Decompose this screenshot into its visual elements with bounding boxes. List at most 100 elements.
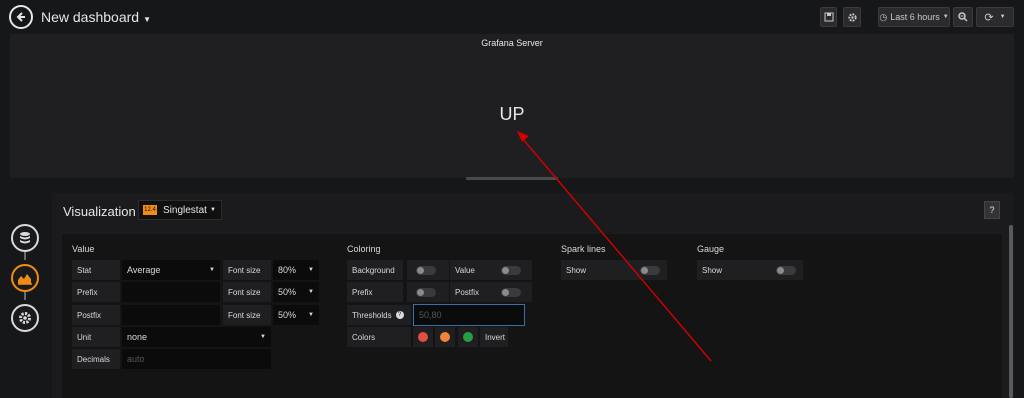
font-size-label: Font size [223,260,271,280]
prefix-color-toggle[interactable] [407,282,449,302]
postfix-font-size-select[interactable]: 50% ▼ [273,305,319,325]
time-range-label: Last 6 hours [890,12,940,22]
editor-scrollbar[interactable] [1009,225,1013,398]
font-size-label: Font size [223,282,271,302]
zoom-out-icon [958,12,968,22]
singlestat-value: UP [499,104,525,124]
color-swatch-box[interactable] [413,327,433,347]
colors-label: Colors [347,327,411,347]
thresholds-input[interactable]: 50,80 [413,304,525,326]
background-label: Background [347,260,403,280]
invert-button[interactable]: Invert [480,327,508,347]
help-button[interactable]: ? [984,201,1000,219]
color-swatch-box[interactable] [458,327,478,347]
options-area: Value Stat Average ▼ Font size 80% ▼ Prefi… [62,234,1002,398]
zoom-out-button[interactable] [953,7,973,27]
gear-icon [19,312,31,324]
stat-select[interactable]: Average ▼ [122,260,220,280]
save-icon [824,12,833,22]
time-range-picker[interactable]: ◷ Last 6 hours ▼ [878,7,950,27]
spark-lines-heading: Spark lines [561,244,606,254]
singlestat-icon: 12.4 [143,205,157,215]
font-size-value: 50% [278,310,297,320]
dashboard-title[interactable]: New dashboard ▼ [41,9,151,25]
caret-down-icon: ▼ [308,312,314,318]
toggle-switch [416,266,436,275]
question-circle-icon: ? [395,311,404,319]
thresholds-label-text: Thresholds [352,310,392,320]
panel-editor: Visualization 12.4 Singlestat ▼ ? Value … [52,193,1014,398]
general-tab[interactable] [11,304,39,332]
refresh-icon: ⟳ [984,11,994,24]
toggle-knob [417,289,424,296]
arrow-left-icon [16,12,25,22]
toggle-knob [641,267,648,274]
unit-select-value: none [127,332,148,342]
font-size-value: 50% [278,287,297,297]
toggle-switch [501,288,521,297]
save-button[interactable] [820,7,837,27]
thresholds-label: Thresholds? [347,305,411,325]
refresh-button[interactable]: ⟳ ▼ [976,7,1014,27]
decimals-label: Decimals [72,349,120,369]
caret-down-icon: ▼ [209,267,215,273]
caret-down-icon: ▼ [143,15,151,24]
postfix-label: Postfix [72,305,120,325]
value-font-size-select[interactable]: 80% ▼ [273,260,319,280]
settings-button[interactable] [843,7,861,27]
visualization-heading: Visualization [63,204,136,219]
toggle-switch [640,266,660,275]
editor-side-nav [0,190,50,398]
caret-down-icon: ▼ [308,289,314,295]
value-section-heading: Value [72,244,95,254]
stat-select-value: Average [127,265,161,275]
spark-show-label: Show [561,260,631,280]
toggle-switch [776,266,796,275]
toggle-switch [501,266,521,275]
coloring-section-heading: Coloring [347,244,381,254]
back-button[interactable] [9,5,33,29]
prefix-input[interactable] [122,282,220,302]
gear-icon [847,12,857,22]
postfix-input[interactable] [122,305,220,325]
gauge-show-toggle[interactable] [767,260,803,280]
gauge-show-label: Show [697,260,767,280]
database-icon [20,232,30,244]
value-toggle[interactable] [492,260,532,280]
gauge-heading: Gauge [697,244,725,254]
prefix-label: Prefix [72,282,120,302]
resize-handle[interactable] [466,177,558,180]
prefix-font-size-select[interactable]: 50% ▼ [273,282,319,302]
stat-label: Stat [72,260,120,280]
color-swatch-low[interactable] [418,332,428,342]
visualization-tab[interactable] [11,264,39,292]
caret-down-icon: ▼ [308,267,314,273]
top-bar: New dashboard ▼ ◷ Last 6 hours ▼ ⟳ ▼ [0,0,1024,34]
dashboard-title-text: New dashboard [41,9,140,25]
toggle-knob [777,267,784,274]
chart-area-icon [18,274,32,285]
clock-icon: ◷ [879,11,888,22]
caret-down-icon: ▼ [942,14,949,20]
font-size-value: 80% [278,265,297,275]
panel-preview[interactable]: Grafana Server UP [10,34,1014,178]
toggle-knob [417,267,424,274]
caret-down-icon: ▼ [999,14,1006,20]
color-swatch-high[interactable] [463,332,473,342]
unit-select[interactable]: none ▼ [122,327,271,347]
visualization-picker[interactable]: 12.4 Singlestat ▼ [138,200,222,220]
background-toggle[interactable] [407,260,449,280]
toggle-knob [502,267,509,274]
color-swatch-mid[interactable] [440,332,450,342]
spark-show-toggle[interactable] [631,260,667,280]
postfix-color-toggle[interactable] [492,282,532,302]
font-size-label: Font size [223,305,271,325]
panel-title[interactable]: Grafana Server [10,38,1014,48]
color-swatch-box[interactable] [435,327,455,347]
prefix-label: Prefix [347,282,403,302]
decimals-input[interactable]: auto [122,349,271,369]
caret-down-icon: ▼ [260,334,266,340]
queries-tab[interactable] [11,224,39,252]
toggle-switch [416,288,436,297]
unit-label: Unit [72,327,120,347]
